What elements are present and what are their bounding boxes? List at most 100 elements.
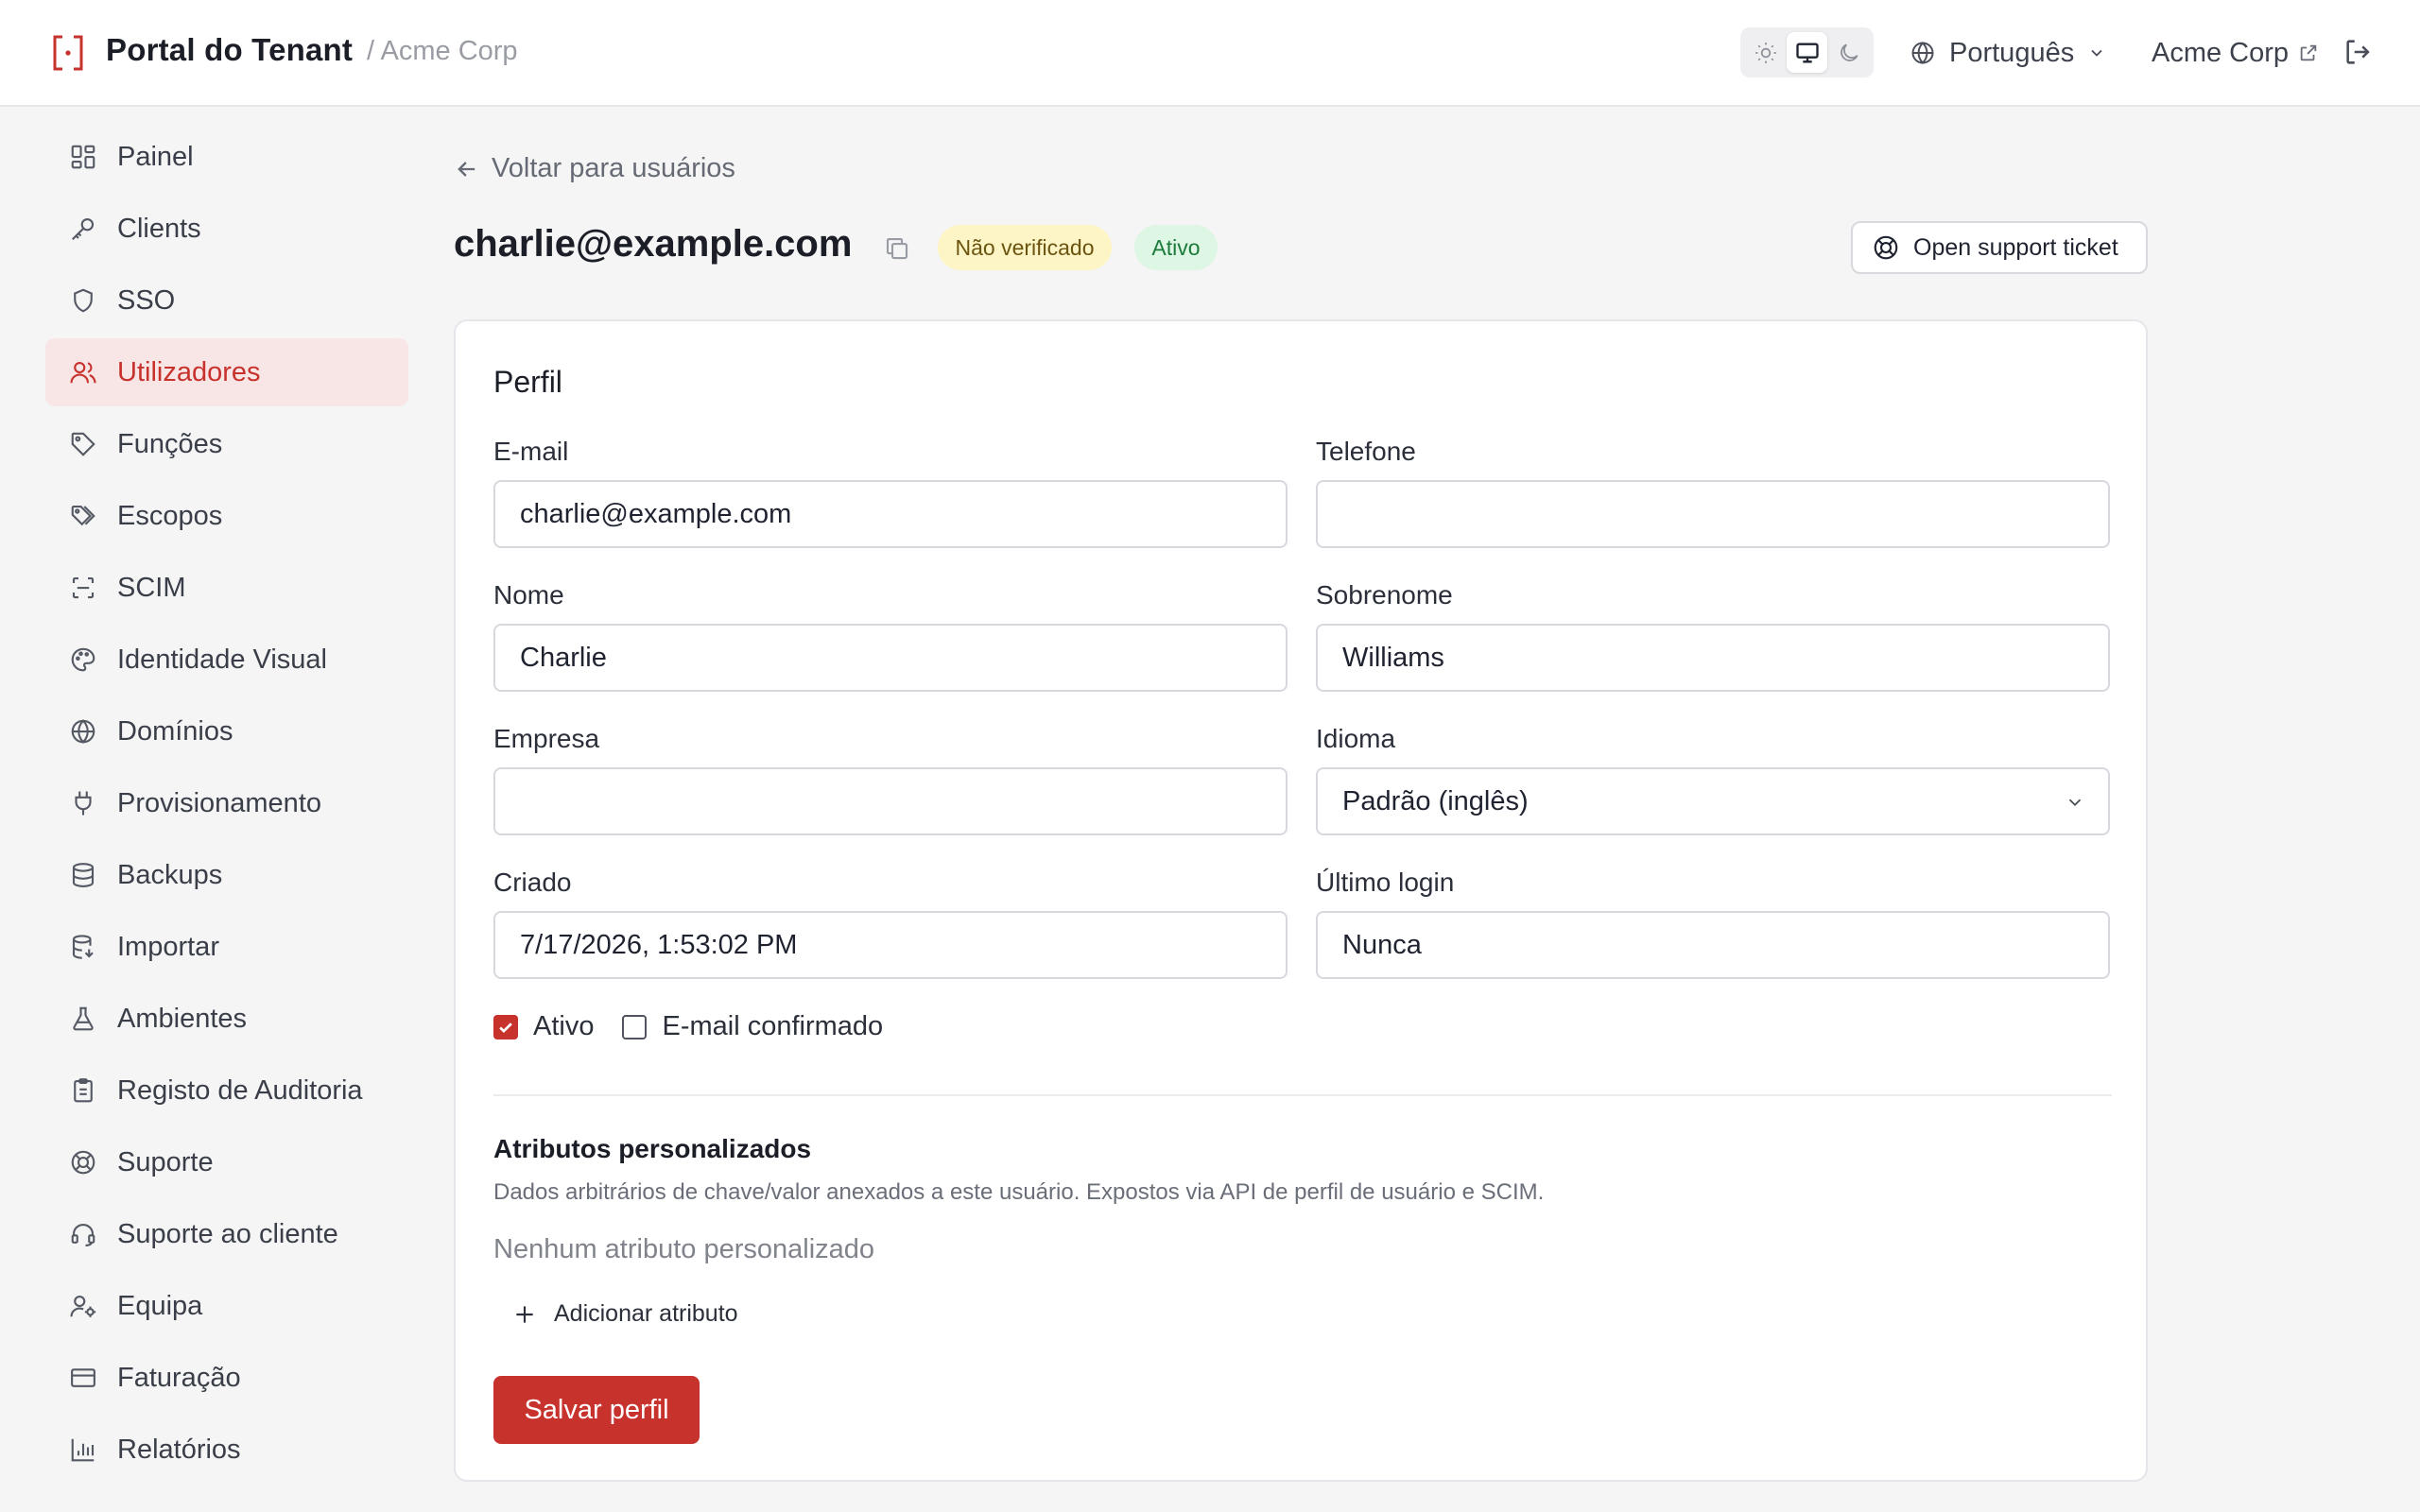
profile-section-title: Perfil — [493, 365, 562, 399]
section-divider — [493, 1094, 2112, 1096]
dashboard-icon — [68, 142, 98, 172]
sidebar-item-identidade-visual[interactable]: Identidade Visual — [45, 626, 408, 694]
theme-system-button[interactable] — [1787, 32, 1827, 73]
chevron-down-icon — [2068, 799, 2082, 807]
logout-button[interactable] — [2342, 36, 2375, 68]
profile-card: Perfil E-mail Telefone Nome Sobrenome Em… — [454, 319, 2148, 1482]
credit-card-icon — [68, 1363, 98, 1393]
sidebar-item-label: Domínios — [117, 715, 233, 747]
sidebar-item-label: Funções — [117, 428, 223, 459]
email-confirmed-checkbox[interactable] — [622, 1014, 648, 1040]
sidebar-item-label: Suporte — [117, 1146, 214, 1177]
sidebar-item-equipa[interactable]: Equipa — [45, 1272, 408, 1340]
sidebar-item-sso[interactable]: SSO — [45, 266, 408, 335]
theme-dark-button[interactable] — [1828, 32, 1869, 73]
tag-icon — [68, 429, 98, 459]
scan-icon — [68, 573, 98, 603]
active-checkbox[interactable] — [493, 1014, 518, 1040]
created-label: Criado — [493, 868, 572, 897]
tags-icon — [68, 501, 98, 531]
last-name-field[interactable] — [1316, 624, 2110, 692]
support-button-label: Open support ticket — [1913, 233, 2118, 261]
created-field — [493, 911, 1288, 979]
language-select[interactable]: Padrão (inglês) — [1316, 767, 2110, 835]
sidebar-item-label: Clients — [117, 213, 201, 244]
email-confirmed-checkbox-label: E-mail confirmado — [662, 1011, 884, 1041]
shield-icon — [68, 285, 98, 316]
user-cog-icon — [68, 1291, 98, 1321]
globe-icon — [68, 716, 98, 747]
database-icon — [68, 860, 98, 890]
add-attribute-label: Adicionar atributo — [554, 1300, 738, 1327]
language-select-value: Padrão (inglês) — [1342, 785, 1529, 816]
sidebar-item-escopos[interactable]: Escopos — [45, 482, 408, 550]
sidebar-item-relatorios[interactable]: Relatórios — [45, 1416, 408, 1484]
users-icon — [68, 357, 98, 387]
sidebar-item-label: SCIM — [117, 572, 186, 603]
sidebar-item-scim[interactable]: SCIM — [45, 554, 408, 622]
last-login-field — [1316, 911, 2110, 979]
sidebar-item-dominios[interactable]: Domínios — [45, 697, 408, 765]
sidebar: Painel Clients SSO Utilizadores Funções … — [45, 123, 408, 1487]
sidebar-item-clients[interactable]: Clients — [45, 195, 408, 263]
save-profile-button[interactable]: Salvar perfil — [493, 1376, 700, 1444]
lifebuoy-icon — [68, 1147, 98, 1177]
sidebar-item-funcoes[interactable]: Funções — [45, 410, 408, 478]
check-icon — [499, 1022, 512, 1033]
sidebar-item-label: Provisionamento — [117, 787, 321, 818]
company-field[interactable] — [493, 767, 1288, 835]
open-support-ticket-button[interactable]: Open support ticket — [1851, 221, 2148, 274]
sidebar-item-label: Relatórios — [117, 1434, 241, 1465]
first-name-field[interactable] — [493, 624, 1288, 692]
sidebar-item-label: Utilizadores — [117, 356, 261, 387]
copy-email-button[interactable] — [883, 234, 911, 263]
status-badge-active: Ativo — [1134, 225, 1218, 270]
sidebar-item-provisionamento[interactable]: Provisionamento — [45, 769, 408, 837]
email-label: E-mail — [493, 437, 569, 466]
sidebar-item-label: Ambientes — [117, 1003, 248, 1034]
plus-icon — [516, 1305, 533, 1323]
add-attribute-button[interactable]: Adicionar atributo — [512, 1300, 738, 1328]
status-checkboxes: Ativo E-mail confirmado — [493, 1011, 911, 1042]
sidebar-item-utilizadores[interactable]: Utilizadores — [45, 338, 408, 406]
last-login-label: Último login — [1316, 868, 1455, 897]
phone-label: Telefone — [1316, 437, 1416, 466]
sidebar-item-faturacao[interactable]: Faturação — [45, 1344, 408, 1412]
sidebar-item-label: Identidade Visual — [117, 644, 327, 675]
globe-icon — [1911, 42, 1934, 64]
database-import-icon — [68, 932, 98, 962]
custom-attributes-title: Atributos personalizados — [493, 1134, 812, 1163]
sidebar-item-label: Registo de Auditoria — [117, 1074, 363, 1106]
lifebuoy-icon — [1874, 235, 1898, 260]
key-icon — [68, 214, 98, 244]
sidebar-item-suporte-ao-cliente[interactable]: Suporte ao cliente — [45, 1200, 408, 1268]
sidebar-item-importar[interactable]: Importar — [45, 913, 408, 981]
sidebar-item-label: Importar — [117, 931, 219, 962]
first-name-label: Nome — [493, 580, 564, 610]
chevron-down-icon — [2091, 49, 2102, 57]
bar-chart-icon — [68, 1435, 98, 1465]
page-title: charlie@example.com — [454, 223, 853, 265]
email-field[interactable] — [493, 480, 1288, 548]
sidebar-item-label: Escopos — [117, 500, 223, 531]
sidebar-item-painel[interactable]: Painel — [45, 123, 408, 191]
back-to-users-link[interactable]: Voltar para usuários — [454, 153, 735, 184]
palette-icon — [68, 644, 98, 675]
sidebar-item-ambientes[interactable]: Ambientes — [45, 985, 408, 1053]
sidebar-item-backups[interactable]: Backups — [45, 841, 408, 909]
phone-field[interactable] — [1316, 480, 2110, 548]
theme-light-button[interactable] — [1745, 32, 1786, 73]
sun-icon — [1754, 42, 1776, 63]
sidebar-item-label: Faturação — [117, 1362, 241, 1393]
app-title: Portal do Tenant — [106, 32, 354, 67]
sidebar-item-label: Painel — [117, 141, 194, 172]
tenant-breadcrumb: / Acme Corp — [367, 36, 518, 66]
language-label: Idioma — [1316, 724, 1396, 753]
tenant-external-link[interactable]: Acme Corp — [2152, 34, 2319, 72]
sidebar-item-suporte[interactable]: Suporte — [45, 1128, 408, 1196]
sidebar-item-label: SSO — [117, 284, 176, 316]
sidebar-item-registo-de-auditoria[interactable]: Registo de Auditoria — [45, 1057, 408, 1125]
brand-logo-icon — [51, 34, 85, 72]
language-label: Português — [1949, 37, 2075, 68]
language-selector[interactable]: Português — [1910, 34, 2106, 72]
